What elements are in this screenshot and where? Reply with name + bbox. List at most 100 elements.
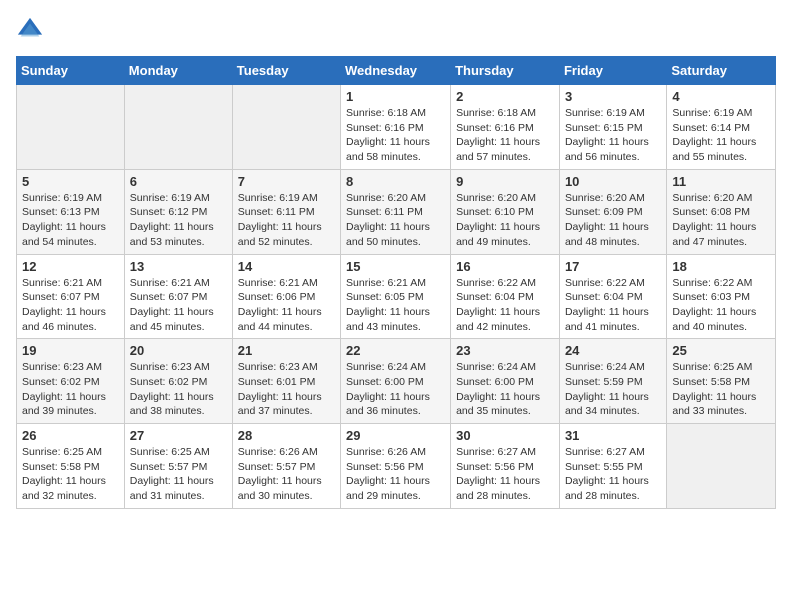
calendar-week-row: 1 Sunrise: 6:18 AM Sunset: 6:16 PM Daylig… — [17, 85, 776, 170]
page-header — [16, 16, 776, 44]
day-info: Sunrise: 6:22 AM Sunset: 6:03 PM Dayligh… — [672, 276, 770, 335]
day-number: 31 — [565, 428, 661, 443]
calendar-cell: 29 Sunrise: 6:26 AM Sunset: 5:56 PM Dayli… — [341, 424, 451, 509]
calendar-cell: 8 Sunrise: 6:20 AM Sunset: 6:11 PM Daylig… — [341, 169, 451, 254]
day-number: 17 — [565, 259, 661, 274]
day-number: 28 — [238, 428, 335, 443]
day-info: Sunrise: 6:22 AM Sunset: 6:04 PM Dayligh… — [565, 276, 661, 335]
calendar-cell: 26 Sunrise: 6:25 AM Sunset: 5:58 PM Dayli… — [17, 424, 125, 509]
day-info: Sunrise: 6:24 AM Sunset: 6:00 PM Dayligh… — [456, 360, 554, 419]
calendar-cell: 11Sunrise: 6:20 AM Sunset: 6:08 PM Dayli… — [667, 169, 776, 254]
day-of-week-header: Monday — [124, 57, 232, 85]
day-info: Sunrise: 6:19 AM Sunset: 6:14 PM Dayligh… — [672, 106, 770, 165]
calendar-cell: 17 Sunrise: 6:22 AM Sunset: 6:04 PM Dayli… — [559, 254, 666, 339]
day-info: Sunrise: 6:24 AM Sunset: 6:00 PM Dayligh… — [346, 360, 445, 419]
calendar-week-row: 12 Sunrise: 6:21 AM Sunset: 6:07 PM Dayli… — [17, 254, 776, 339]
calendar-header-row: SundayMondayTuesdayWednesdayThursdayFrid… — [17, 57, 776, 85]
day-number: 10 — [565, 174, 661, 189]
day-info: Sunrise: 6:25 AM Sunset: 5:58 PM Dayligh… — [22, 445, 119, 504]
calendar-cell: 5Sunrise: 6:19 AM Sunset: 6:13 PM Daylig… — [17, 169, 125, 254]
calendar-cell: 27 Sunrise: 6:25 AM Sunset: 5:57 PM Dayli… — [124, 424, 232, 509]
day-of-week-header: Friday — [559, 57, 666, 85]
day-number: 24 — [565, 343, 661, 358]
day-number: 1 — [346, 89, 445, 104]
calendar-cell: 30Sunrise: 6:27 AM Sunset: 5:56 PM Dayli… — [451, 424, 560, 509]
calendar-table: SundayMondayTuesdayWednesdayThursdayFrid… — [16, 56, 776, 509]
day-number: 12 — [22, 259, 119, 274]
day-number: 4 — [672, 89, 770, 104]
calendar-cell — [667, 424, 776, 509]
day-number: 2 — [456, 89, 554, 104]
day-info: Sunrise: 6:25 AM Sunset: 5:58 PM Dayligh… — [672, 360, 770, 419]
day-number: 15 — [346, 259, 445, 274]
day-of-week-header: Saturday — [667, 57, 776, 85]
day-number: 18 — [672, 259, 770, 274]
calendar-week-row: 5Sunrise: 6:19 AM Sunset: 6:13 PM Daylig… — [17, 169, 776, 254]
day-info: Sunrise: 6:26 AM Sunset: 5:57 PM Dayligh… — [238, 445, 335, 504]
calendar-cell: 20Sunrise: 6:23 AM Sunset: 6:02 PM Dayli… — [124, 339, 232, 424]
day-number: 22 — [346, 343, 445, 358]
day-number: 23 — [456, 343, 554, 358]
day-info: Sunrise: 6:24 AM Sunset: 5:59 PM Dayligh… — [565, 360, 661, 419]
day-number: 5 — [22, 174, 119, 189]
day-number: 14 — [238, 259, 335, 274]
day-number: 26 — [22, 428, 119, 443]
calendar-cell: 25Sunrise: 6:25 AM Sunset: 5:58 PM Dayli… — [667, 339, 776, 424]
day-number: 9 — [456, 174, 554, 189]
day-number: 27 — [130, 428, 227, 443]
day-info: Sunrise: 6:20 AM Sunset: 6:09 PM Dayligh… — [565, 191, 661, 250]
calendar-cell: 15 Sunrise: 6:21 AM Sunset: 6:05 PM Dayli… — [341, 254, 451, 339]
calendar-cell — [232, 85, 340, 170]
logo — [16, 16, 48, 44]
calendar-cell: 19 Sunrise: 6:23 AM Sunset: 6:02 PM Dayli… — [17, 339, 125, 424]
calendar-cell: 24 Sunrise: 6:24 AM Sunset: 5:59 PM Dayli… — [559, 339, 666, 424]
day-info: Sunrise: 6:27 AM Sunset: 5:55 PM Dayligh… — [565, 445, 661, 504]
day-info: Sunrise: 6:19 AM Sunset: 6:12 PM Dayligh… — [130, 191, 227, 250]
calendar-cell: 3 Sunrise: 6:19 AM Sunset: 6:15 PM Daylig… — [559, 85, 666, 170]
day-number: 8 — [346, 174, 445, 189]
day-info: Sunrise: 6:21 AM Sunset: 6:07 PM Dayligh… — [22, 276, 119, 335]
calendar-cell: 31 Sunrise: 6:27 AM Sunset: 5:55 PM Dayli… — [559, 424, 666, 509]
day-of-week-header: Thursday — [451, 57, 560, 85]
calendar-cell — [124, 85, 232, 170]
calendar-cell: 16Sunrise: 6:22 AM Sunset: 6:04 PM Dayli… — [451, 254, 560, 339]
day-info: Sunrise: 6:18 AM Sunset: 6:16 PM Dayligh… — [346, 106, 445, 165]
day-info: Sunrise: 6:21 AM Sunset: 6:06 PM Dayligh… — [238, 276, 335, 335]
day-number: 19 — [22, 343, 119, 358]
day-number: 21 — [238, 343, 335, 358]
calendar-cell: 13 Sunrise: 6:21 AM Sunset: 6:07 PM Dayli… — [124, 254, 232, 339]
calendar-cell: 22 Sunrise: 6:24 AM Sunset: 6:00 PM Dayli… — [341, 339, 451, 424]
calendar-cell: 6 Sunrise: 6:19 AM Sunset: 6:12 PM Daylig… — [124, 169, 232, 254]
calendar-week-row: 26 Sunrise: 6:25 AM Sunset: 5:58 PM Dayli… — [17, 424, 776, 509]
day-info: Sunrise: 6:21 AM Sunset: 6:07 PM Dayligh… — [130, 276, 227, 335]
calendar-cell: 23 Sunrise: 6:24 AM Sunset: 6:00 PM Dayli… — [451, 339, 560, 424]
calendar-cell: 28 Sunrise: 6:26 AM Sunset: 5:57 PM Dayli… — [232, 424, 340, 509]
day-info: Sunrise: 6:26 AM Sunset: 5:56 PM Dayligh… — [346, 445, 445, 504]
day-info: Sunrise: 6:21 AM Sunset: 6:05 PM Dayligh… — [346, 276, 445, 335]
day-number: 30 — [456, 428, 554, 443]
calendar-cell: 1 Sunrise: 6:18 AM Sunset: 6:16 PM Daylig… — [341, 85, 451, 170]
day-info: Sunrise: 6:23 AM Sunset: 6:02 PM Dayligh… — [130, 360, 227, 419]
day-info: Sunrise: 6:23 AM Sunset: 6:02 PM Dayligh… — [22, 360, 119, 419]
calendar-cell: 9 Sunrise: 6:20 AM Sunset: 6:10 PM Daylig… — [451, 169, 560, 254]
calendar-cell: 4 Sunrise: 6:19 AM Sunset: 6:14 PM Daylig… — [667, 85, 776, 170]
day-info: Sunrise: 6:20 AM Sunset: 6:11 PM Dayligh… — [346, 191, 445, 250]
calendar-cell: 18 Sunrise: 6:22 AM Sunset: 6:03 PM Dayli… — [667, 254, 776, 339]
day-info: Sunrise: 6:23 AM Sunset: 6:01 PM Dayligh… — [238, 360, 335, 419]
day-info: Sunrise: 6:19 AM Sunset: 6:15 PM Dayligh… — [565, 106, 661, 165]
day-number: 13 — [130, 259, 227, 274]
calendar-cell: 12 Sunrise: 6:21 AM Sunset: 6:07 PM Dayli… — [17, 254, 125, 339]
day-number: 7 — [238, 174, 335, 189]
day-number: 16 — [456, 259, 554, 274]
day-number: 11 — [672, 174, 770, 189]
day-info: Sunrise: 6:19 AM Sunset: 6:11 PM Dayligh… — [238, 191, 335, 250]
day-number: 29 — [346, 428, 445, 443]
day-number: 6 — [130, 174, 227, 189]
day-number: 3 — [565, 89, 661, 104]
day-info: Sunrise: 6:25 AM Sunset: 5:57 PM Dayligh… — [130, 445, 227, 504]
calendar-cell: 10 Sunrise: 6:20 AM Sunset: 6:09 PM Dayli… — [559, 169, 666, 254]
calendar-cell — [17, 85, 125, 170]
day-info: Sunrise: 6:20 AM Sunset: 6:10 PM Dayligh… — [456, 191, 554, 250]
calendar-cell: 21 Sunrise: 6:23 AM Sunset: 6:01 PM Dayli… — [232, 339, 340, 424]
calendar-cell: 2Sunrise: 6:18 AM Sunset: 6:16 PM Daylig… — [451, 85, 560, 170]
